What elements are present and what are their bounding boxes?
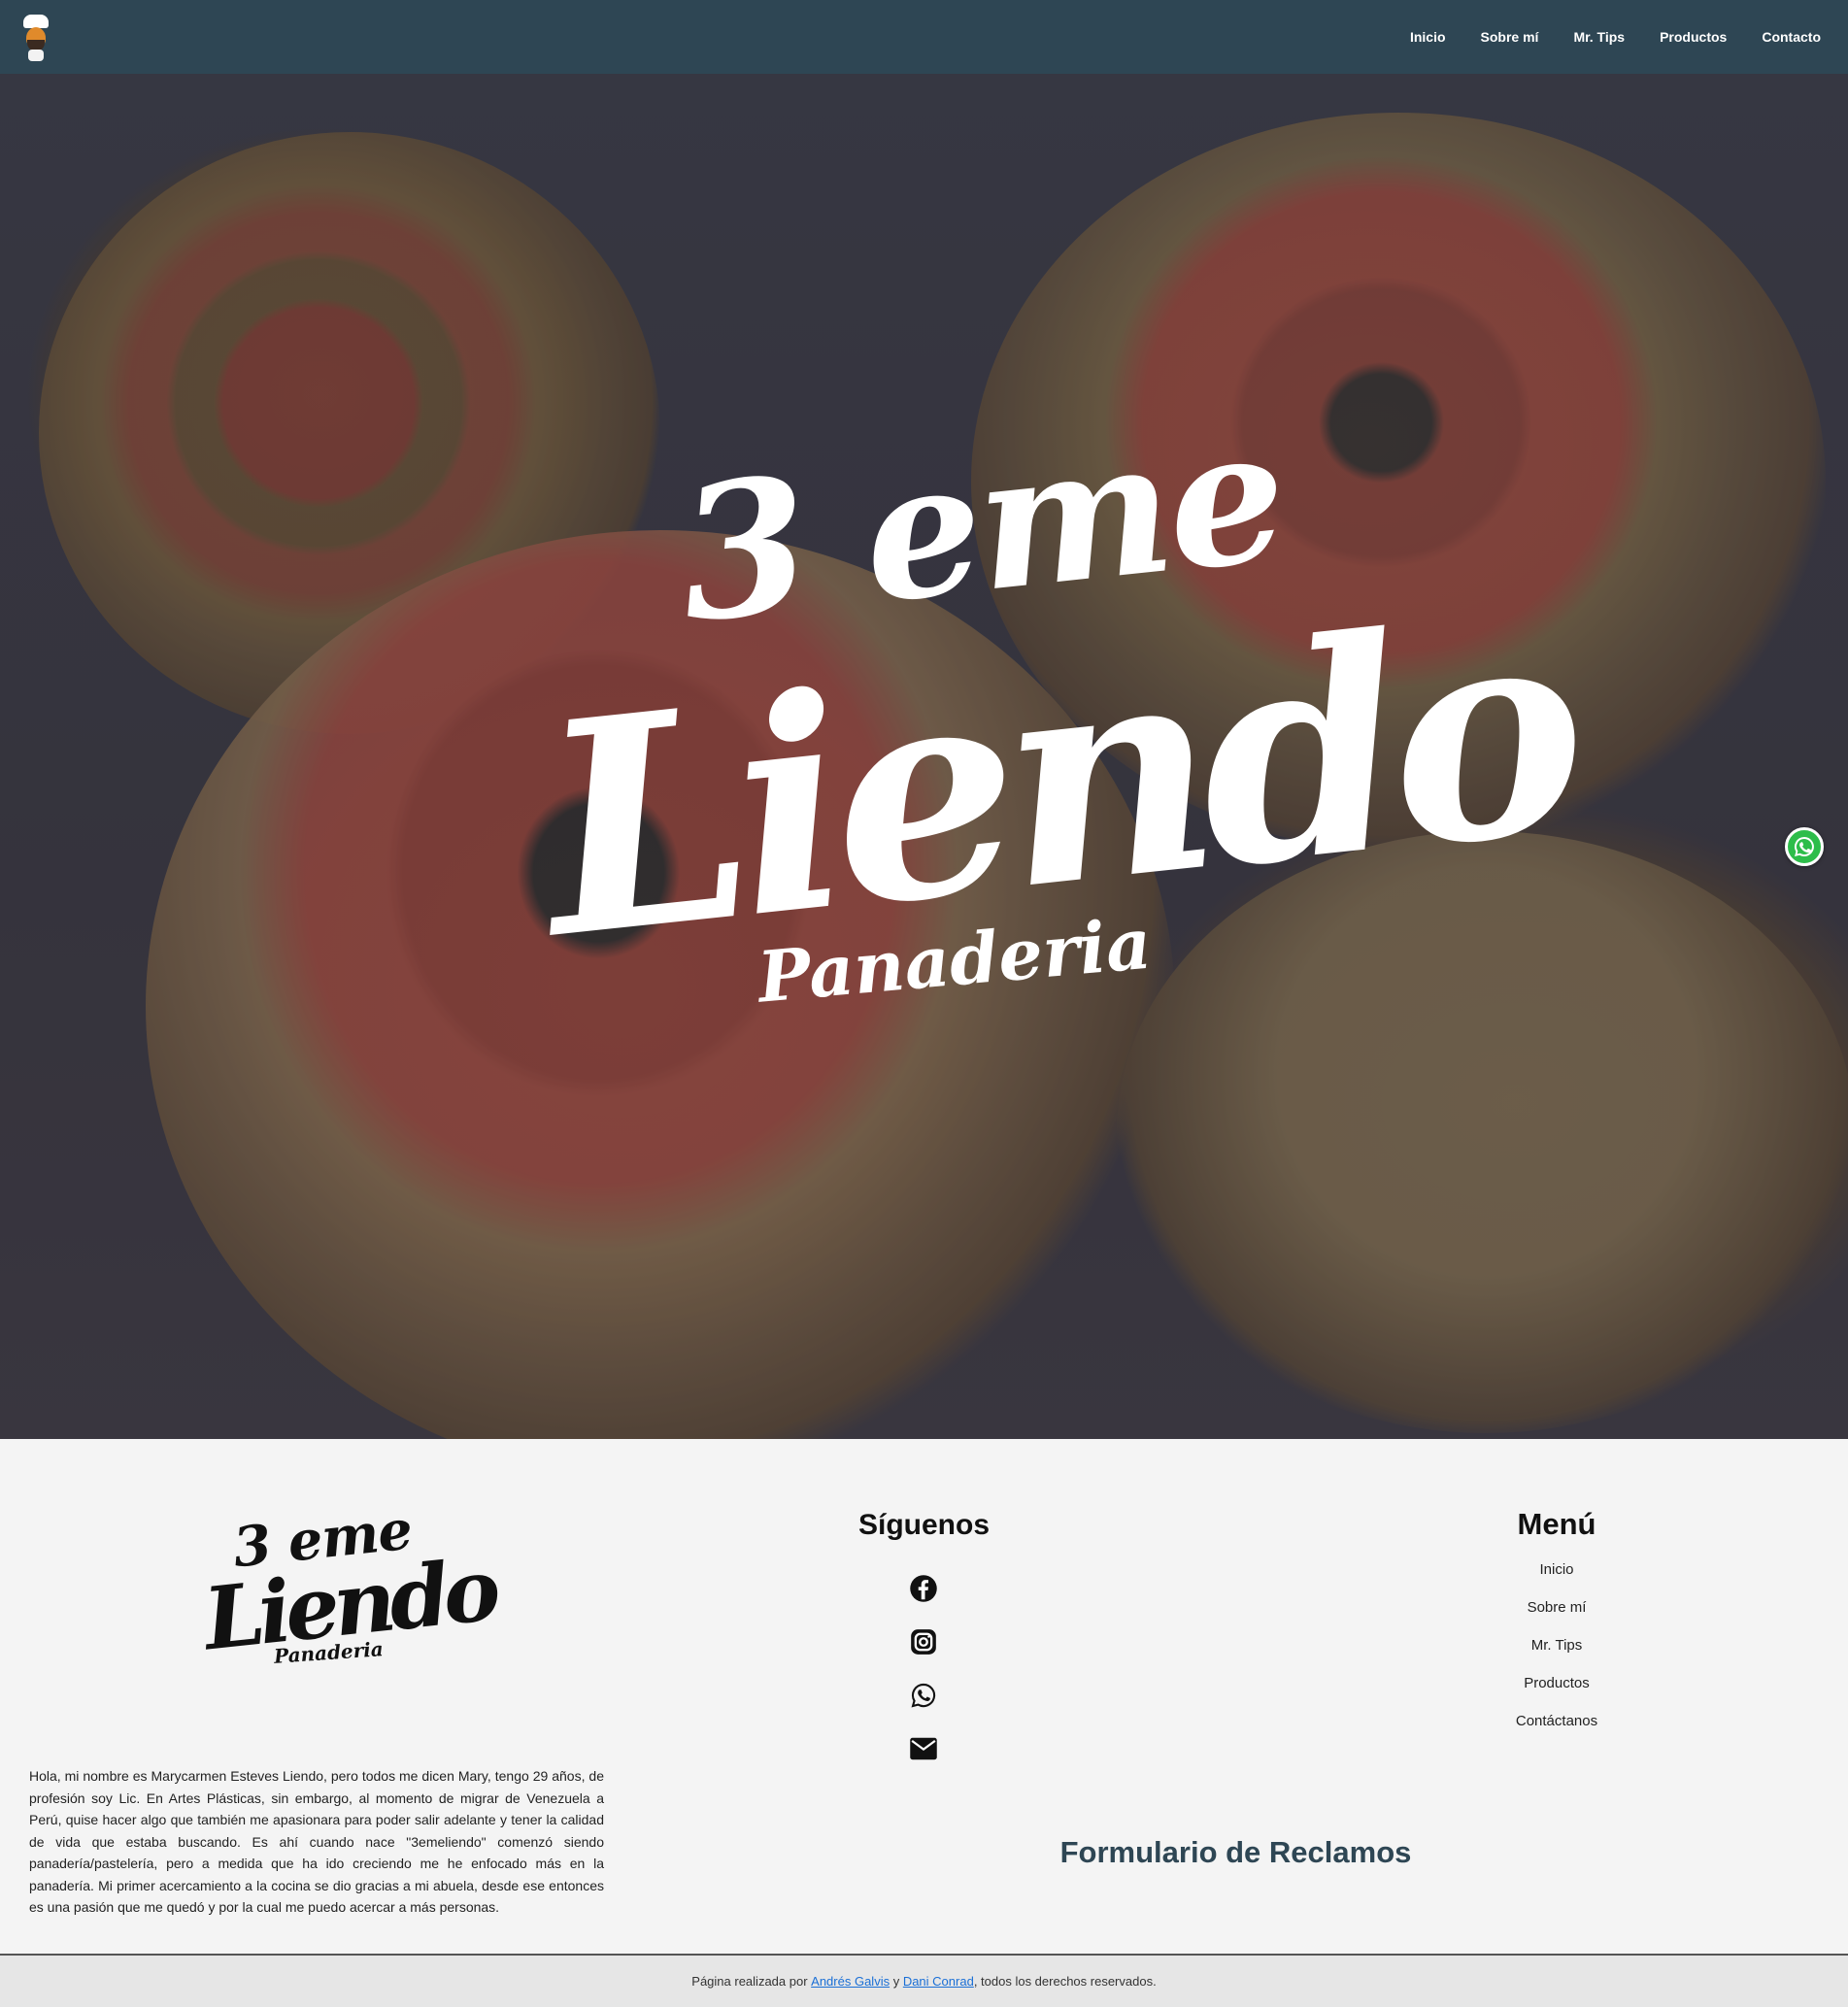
- main-nav: Inicio Sobre mí Mr. Tips Productos Conta…: [1410, 29, 1821, 45]
- nav-productos[interactable]: Productos: [1660, 29, 1727, 45]
- instagram-icon: [911, 1629, 936, 1655]
- footer-brand-logo: 3 eme Liendo Panaderia: [199, 1498, 499, 1682]
- copyright-prefix: Página realizada por: [691, 1974, 808, 1989]
- instagram-link[interactable]: [908, 1626, 939, 1657]
- footer-menu-mr-tips[interactable]: Mr. Tips: [1457, 1637, 1657, 1654]
- email-link[interactable]: [908, 1733, 939, 1764]
- whatsapp-icon: [1795, 837, 1814, 856]
- menu-title: Menú: [1517, 1507, 1596, 1541]
- chef-logo[interactable]: [19, 13, 52, 61]
- whatsapp-float-button[interactable]: [1785, 827, 1824, 866]
- copyright-bar: Página realizada por Andrés Galvis y Dan…: [0, 1954, 1848, 2007]
- author-link-andres[interactable]: Andrés Galvis: [811, 1974, 890, 1989]
- hero-banner: 3 eme Liendo Panaderia: [0, 74, 1848, 1439]
- email-icon: [910, 1737, 937, 1760]
- whatsapp-icon: [911, 1683, 936, 1708]
- nav-contacto[interactable]: Contacto: [1762, 29, 1821, 45]
- facebook-link[interactable]: [908, 1573, 939, 1604]
- hero-brand-logo: 3 eme Liendo Panaderia: [0, 74, 1848, 1439]
- nav-inicio[interactable]: Inicio: [1410, 29, 1446, 45]
- top-navbar: Inicio Sobre mí Mr. Tips Productos Conta…: [0, 0, 1848, 74]
- footer: 3 eme Liendo Panaderia Hola, mi nombre e…: [0, 1439, 1848, 1954]
- footer-menu-inicio[interactable]: Inicio: [1457, 1561, 1657, 1578]
- whatsapp-link[interactable]: [908, 1680, 939, 1711]
- facebook-icon: [910, 1575, 937, 1602]
- nav-mr-tips[interactable]: Mr. Tips: [1573, 29, 1625, 45]
- author-link-dani[interactable]: Dani Conrad: [903, 1974, 974, 1989]
- nav-sobre-mi[interactable]: Sobre mí: [1481, 29, 1539, 45]
- about-text: Hola, mi nombre es Marycarmen Esteves Li…: [29, 1768, 604, 1915]
- claims-form-link[interactable]: Formulario de Reclamos: [971, 1835, 1500, 1870]
- footer-menu-sobre-mi[interactable]: Sobre mí: [1457, 1599, 1657, 1616]
- footer-menu-contactanos[interactable]: Contáctanos: [1457, 1713, 1657, 1729]
- copyright-suffix: , todos los derechos reservados.: [973, 1974, 1157, 1989]
- follow-title: Síguenos: [857, 1509, 990, 1541]
- copyright-joiner: y: [890, 1974, 903, 1989]
- footer-menu-productos[interactable]: Productos: [1457, 1675, 1657, 1691]
